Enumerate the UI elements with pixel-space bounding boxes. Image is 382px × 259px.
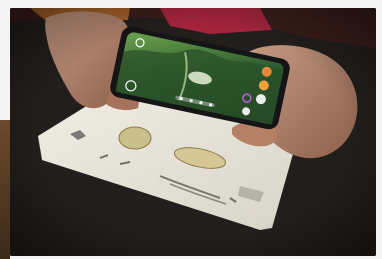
image-frame: [0, 0, 382, 259]
background-edge: [0, 120, 10, 259]
photo-scene: [10, 8, 376, 256]
photograph: [10, 8, 376, 256]
